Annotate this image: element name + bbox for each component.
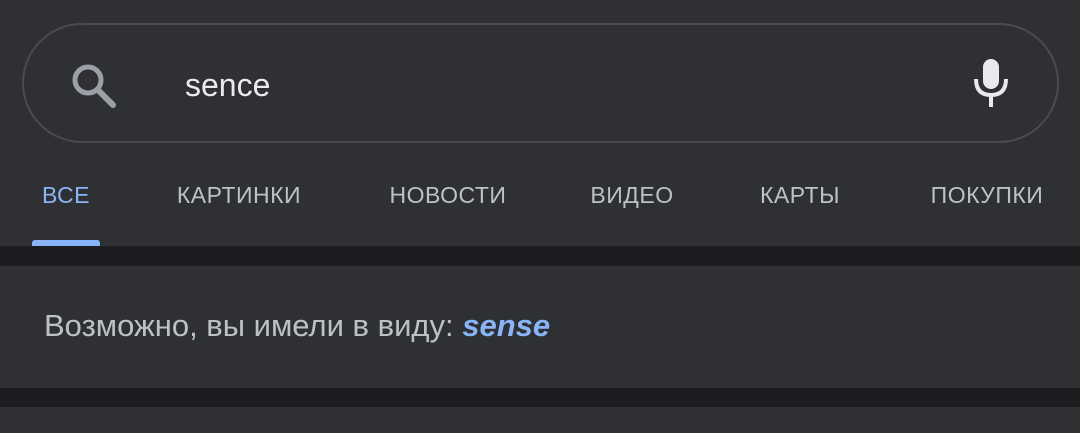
tab-news[interactable]: НОВОСТИ xyxy=(390,182,507,209)
active-tab-indicator xyxy=(32,240,100,246)
tab-all[interactable]: ВСЕ xyxy=(42,182,90,209)
tab-images[interactable]: КАРТИНКИ xyxy=(177,182,301,209)
tab-videos[interactable]: ВИДЕО xyxy=(590,182,673,209)
search-input[interactable] xyxy=(185,60,885,110)
tab-shopping[interactable]: ПОКУПКИ xyxy=(931,182,1044,209)
suggested-query-link[interactable]: sense xyxy=(462,308,550,343)
microphone-icon[interactable] xyxy=(970,57,1012,109)
tab-maps[interactable]: КАРТЫ xyxy=(760,182,840,209)
suggestion-prefix: Возможно, вы имели в виду: xyxy=(44,308,463,343)
search-icon[interactable] xyxy=(68,60,118,110)
search-results-page: ВСЕ КАРТИНКИ НОВОСТИ ВИДЕО КАРТЫ ПОКУПКИ… xyxy=(0,0,1080,433)
spelling-suggestion: Возможно, вы имели в виду: sense xyxy=(44,308,550,344)
search-tabs: ВСЕ КАРТИНКИ НОВОСТИ ВИДЕО КАРТЫ ПОКУПКИ xyxy=(0,170,1080,246)
results-card xyxy=(0,407,1080,433)
